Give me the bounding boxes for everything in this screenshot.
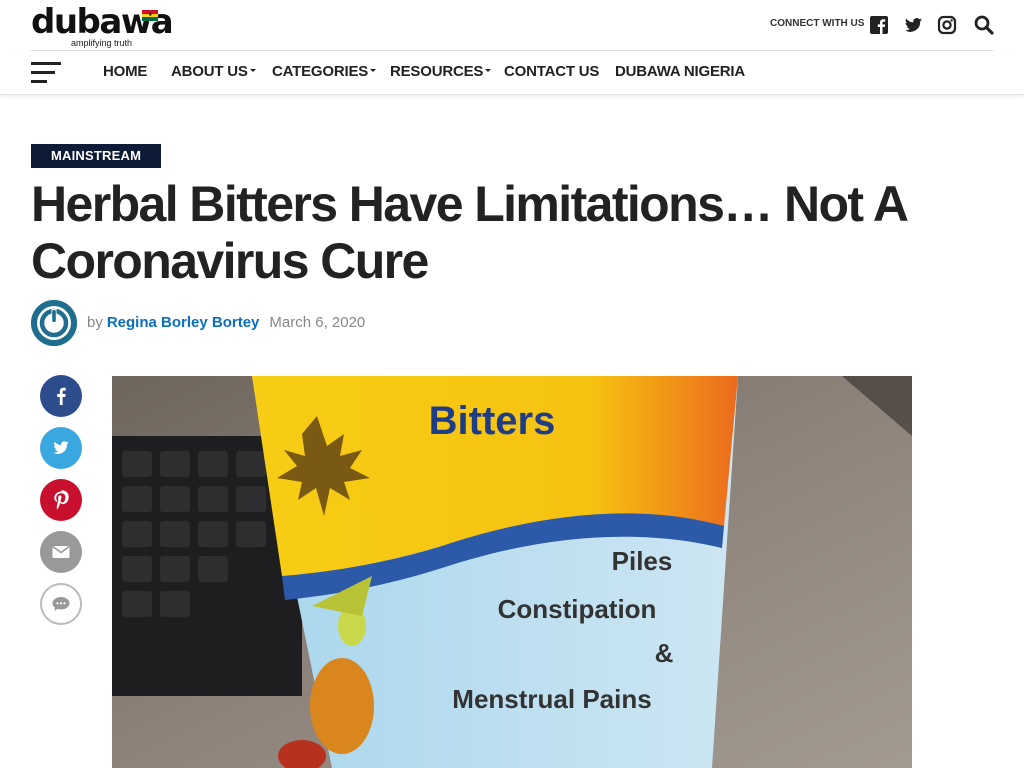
search-icon[interactable] xyxy=(973,14,995,36)
twitter-share-button[interactable] xyxy=(40,427,82,469)
image-text-constipation: Constipation xyxy=(498,594,657,624)
author-link[interactable]: Regina Borley Bortey xyxy=(107,314,260,331)
site-header: dubawa ★ amplifying truth CONNECT WITH U… xyxy=(0,0,1024,50)
nav-item-resources[interactable]: RESOURCES xyxy=(390,63,492,80)
main-navigation: HOME ABOUT US CATEGORIES RESOURCES CONTA… xyxy=(0,51,1024,95)
nav-item-home[interactable]: HOME xyxy=(103,63,147,80)
byline-prefix: by xyxy=(87,314,103,331)
chevron-down-icon xyxy=(370,68,377,72)
image-text-menstrual-pains: Menstrual Pains xyxy=(452,684,651,714)
nav-item-categories[interactable]: CATEGORIES xyxy=(272,63,377,80)
site-logo[interactable]: dubawa ★ amplifying truth xyxy=(31,0,174,50)
logo-wordmark: dubawa xyxy=(31,2,174,42)
byline: by Regina Borley Bortey March 6, 2020 xyxy=(87,314,365,331)
menu-hamburger-icon[interactable] xyxy=(31,61,61,83)
facebook-icon[interactable] xyxy=(868,14,890,36)
publish-date: March 6, 2020 xyxy=(269,314,366,331)
article-title: Herbal Bitters Have Limitations… Not A C… xyxy=(31,176,907,289)
category-badge[interactable]: MAINSTREAM xyxy=(31,144,162,168)
twitter-icon[interactable] xyxy=(902,14,924,36)
ghana-flag-icon: ★ xyxy=(142,10,158,21)
chevron-down-icon xyxy=(485,68,492,72)
chevron-down-icon xyxy=(249,68,256,72)
featured-image: Bitters Piles Constipation & Menstrual P… xyxy=(112,376,912,768)
nav-item-about-us[interactable]: ABOUT US xyxy=(171,63,256,80)
image-text-ampersand: & xyxy=(655,638,674,668)
connect-label: CONNECT WITH US xyxy=(770,18,865,29)
logo-tagline: amplifying truth xyxy=(71,38,133,48)
pinterest-share-button[interactable] xyxy=(40,479,82,521)
image-product-heading: Bitters xyxy=(429,399,556,443)
nav-item-contact-us[interactable]: CONTACT US xyxy=(504,63,599,80)
email-share-button[interactable] xyxy=(40,531,82,573)
image-text-piles: Piles xyxy=(612,546,673,576)
facebook-share-button[interactable] xyxy=(40,375,82,417)
comment-button[interactable] xyxy=(40,583,82,625)
nav-item-dubawa-nigeria[interactable]: DUBAWA NIGERIA xyxy=(615,63,745,80)
instagram-icon[interactable] xyxy=(936,14,958,36)
author-avatar[interactable] xyxy=(31,300,77,346)
